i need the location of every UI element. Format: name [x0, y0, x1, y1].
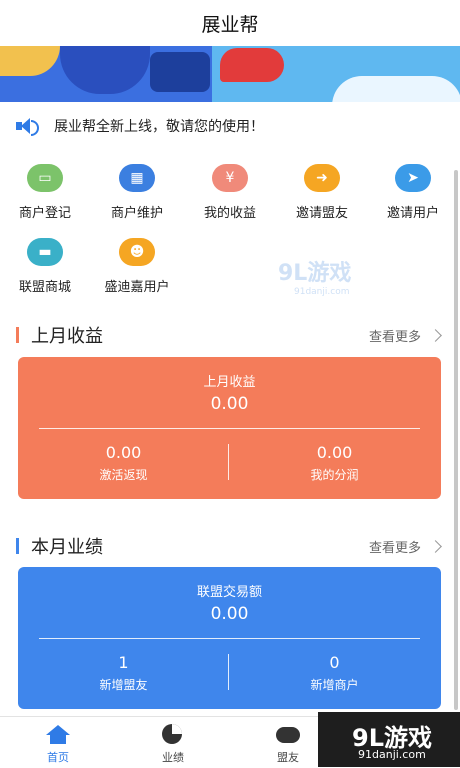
divider [39, 428, 420, 429]
tab-home[interactable]: 首页 [18, 723, 98, 765]
menu-shengdijia-users[interactable]: ☻ 盛迪嘉用户 [97, 238, 177, 295]
pie-chart-icon [133, 723, 213, 745]
store-icon: ▬ [27, 238, 63, 266]
banner-left-image [0, 46, 212, 102]
speaker-icon [16, 116, 40, 136]
watermark-logo: 9L游戏 91danji.com [278, 261, 352, 297]
announcement-text: 展业帮全新上线，敬请您的使用！ [54, 119, 264, 135]
promo-banner[interactable] [0, 46, 460, 102]
chat-icon: ▭ [27, 164, 63, 192]
performance-card[interactable]: 联盟交易额 0.00 1 新增盟友 0 新增商户 [18, 567, 441, 709]
scrollbar[interactable] [454, 170, 458, 710]
new-merchants: 0 新增商户 [310, 653, 359, 692]
banner-right-image [212, 46, 460, 102]
watermark-badge: 9L游戏 91danji.com [318, 712, 460, 767]
handshake-icon [248, 723, 328, 745]
calendar-icon: ▦ [119, 164, 155, 192]
new-allies: 1 新增盟友 [99, 653, 148, 692]
tab-allies[interactable]: 盟友 [248, 723, 328, 765]
money-bag-icon: ¥ [212, 164, 248, 192]
menu-merchant-register[interactable]: ▭ 商户登记 [5, 164, 85, 221]
section-title-last-month: 上月收益 [16, 323, 103, 347]
app-title: 展业帮 [0, 0, 460, 46]
menu-merchant-maintain[interactable]: ▦ 商户维护 [97, 164, 177, 221]
my-profit-share: 0.00 我的分润 [310, 443, 359, 482]
chevron-right-icon [429, 539, 442, 553]
card-total: 0.00 [210, 394, 249, 414]
menu-invite-ally[interactable]: ➜ 邀请盟友 [282, 164, 362, 221]
activation-cashback: 0.00 激活返现 [99, 443, 148, 482]
menu-my-earnings[interactable]: ¥ 我的收益 [190, 164, 270, 221]
earnings-card[interactable]: 上月收益 0.00 0.00 激活返现 0.00 我的分润 [18, 357, 441, 499]
menu-invite-user[interactable]: ➤ 邀请用户 [373, 164, 453, 221]
section-title-this-month: 本月业绩 [16, 534, 103, 558]
card-title: 上月收益 [203, 375, 256, 390]
tab-performance[interactable]: 业绩 [133, 723, 213, 765]
home-icon [18, 723, 98, 745]
divider [39, 638, 420, 639]
more-link-this-month[interactable]: 查看更多 [369, 534, 442, 558]
paper-plane-icon: ➤ [395, 164, 431, 192]
share-arrow-icon: ➜ [304, 164, 340, 192]
chevron-right-icon [429, 328, 442, 342]
card-title: 联盟交易额 [196, 585, 262, 600]
menu-alliance-mall[interactable]: ▬ 联盟商城 [5, 238, 85, 295]
announcement-bar[interactable]: 展业帮全新上线，敬请您的使用！ [16, 112, 264, 140]
users-icon: ☻ [119, 238, 155, 266]
more-link-last-month[interactable]: 查看更多 [369, 323, 442, 347]
card-total: 0.00 [210, 604, 249, 624]
